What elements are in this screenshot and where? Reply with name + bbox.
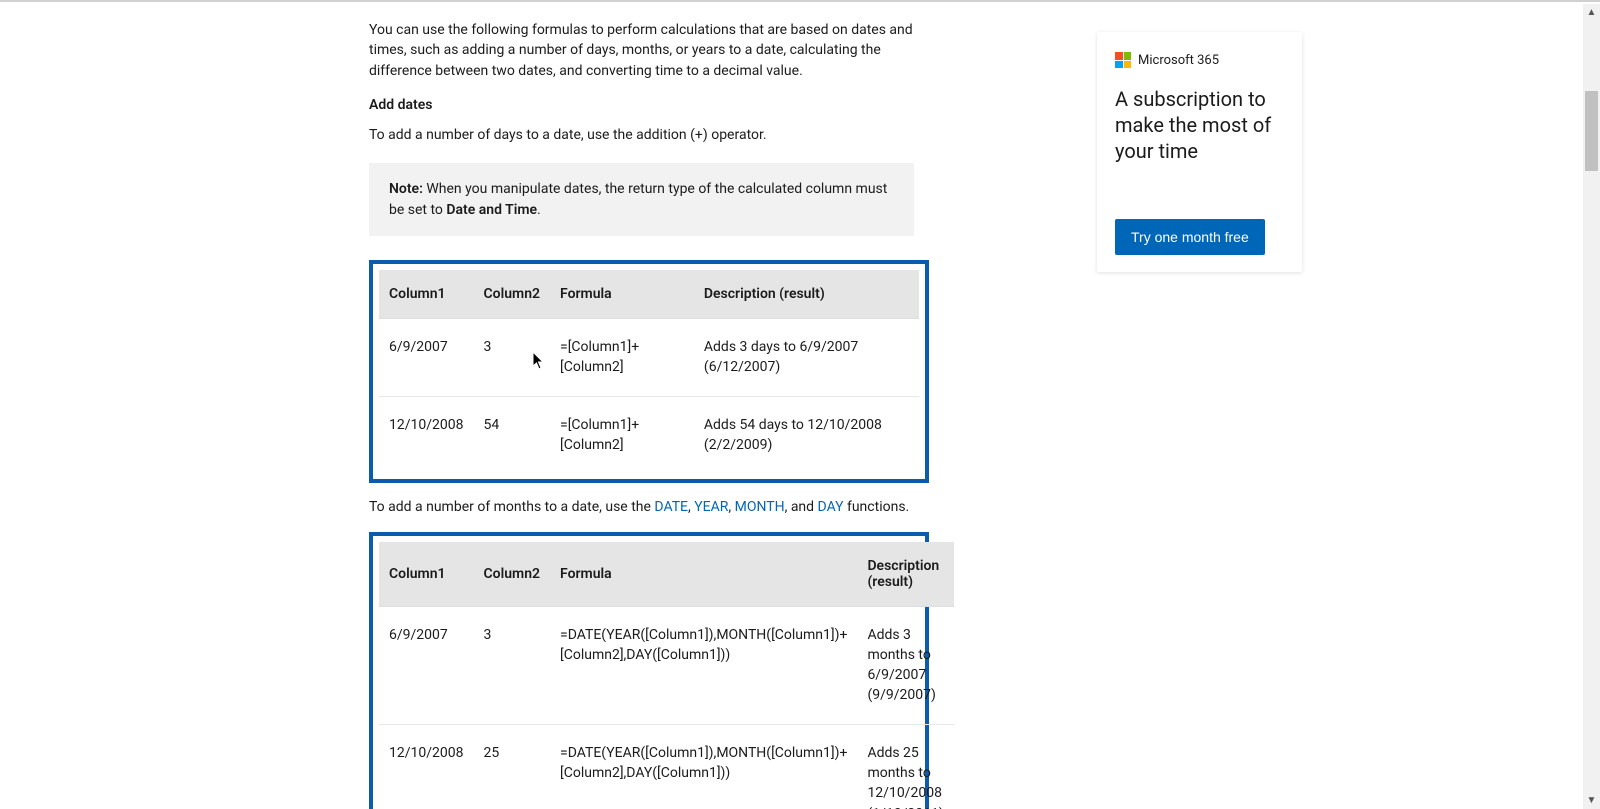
cell: Adds 3 days to 6/9/2007 (6/12/2007) [694,319,919,397]
promo-cta-button[interactable]: Try one month free [1115,219,1265,255]
cell: 25 [474,724,551,809]
cell: =[Column1]+[Column2] [550,319,694,397]
cell: 6/9/2007 [379,319,474,397]
cell: 6/9/2007 [379,606,474,724]
link-year[interactable]: YEAR [694,499,728,515]
cell: 12/10/2008 [379,724,474,809]
cell: Adds 25 months to 12/10/2008 (1/10/2011) [857,724,953,809]
promo-brand: Microsoft 365 [1138,53,1219,68]
scroll-up-arrow-icon[interactable]: ▲ [1583,4,1600,21]
link-day[interactable]: DAY [818,499,844,515]
intro-paragraph: You can use the following formulas to pe… [369,20,929,81]
cell: 54 [474,396,551,473]
text: , and [785,499,818,515]
cell: 12/10/2008 [379,396,474,473]
table-header: Description (result) [857,542,953,607]
cell: Adds 54 days to 12/10/2008 (2/2/2009) [694,396,919,473]
scroll-down-arrow-icon[interactable]: ▼ [1583,792,1600,809]
vertical-scrollbar[interactable]: ▲ ▼ [1583,4,1600,809]
note-callout: Note: When you manipulate dates, the ret… [369,163,914,236]
microsoft-logo-icon [1115,52,1131,68]
scrollbar-track[interactable] [1583,21,1600,792]
table-add-months: Column1 Column2 Formula Description (res… [369,532,929,809]
add-days-text: To add a number of days to a date, use t… [369,125,929,145]
table-header: Formula [550,270,694,319]
cell: 3 [474,319,551,397]
table-header: Column2 [474,542,551,607]
table-header: Column2 [474,270,551,319]
cell: =DATE(YEAR([Column1]),MONTH([Column1])+[… [550,606,857,724]
table-row: 12/10/2008 54 =[Column1]+[Column2] Adds … [379,396,919,473]
note-bold: Date and Time [446,202,537,218]
section-heading-add-dates: Add dates [369,95,929,115]
cell: Adds 3 months to 6/9/2007 (9/9/2007) [857,606,953,724]
table-row: 12/10/2008 25 =DATE(YEAR([Column1]),MONT… [379,724,954,809]
note-label: Note: [389,181,423,197]
promo-headline: A subscription to make the most of your … [1115,86,1284,164]
text: To add a number of months to a date, use… [369,499,654,515]
table-header: Column1 [379,270,474,319]
article-content: You can use the following formulas to pe… [369,20,929,809]
table-header: Formula [550,542,857,607]
add-months-sentence: To add a number of months to a date, use… [369,497,929,517]
table-header: Description (result) [694,270,919,319]
scrollbar-thumb[interactable] [1585,91,1598,171]
link-date[interactable]: DATE [654,499,688,515]
table-row: 6/9/2007 3 =[Column1]+[Column2] Adds 3 d… [379,319,919,397]
promo-card: Microsoft 365 A subscription to make the… [1097,32,1302,272]
table-row: 6/9/2007 3 =DATE(YEAR([Column1]),MONTH([… [379,606,954,724]
text: functions. [844,499,910,515]
link-month[interactable]: MONTH [735,499,785,515]
cell: =DATE(YEAR([Column1]),MONTH([Column1])+[… [550,724,857,809]
table-header: Column1 [379,542,474,607]
cell: =[Column1]+[Column2] [550,396,694,473]
note-body-2: . [537,202,541,218]
cell: 3 [474,606,551,724]
table-add-days: Column1 Column2 Formula Description (res… [369,260,929,483]
